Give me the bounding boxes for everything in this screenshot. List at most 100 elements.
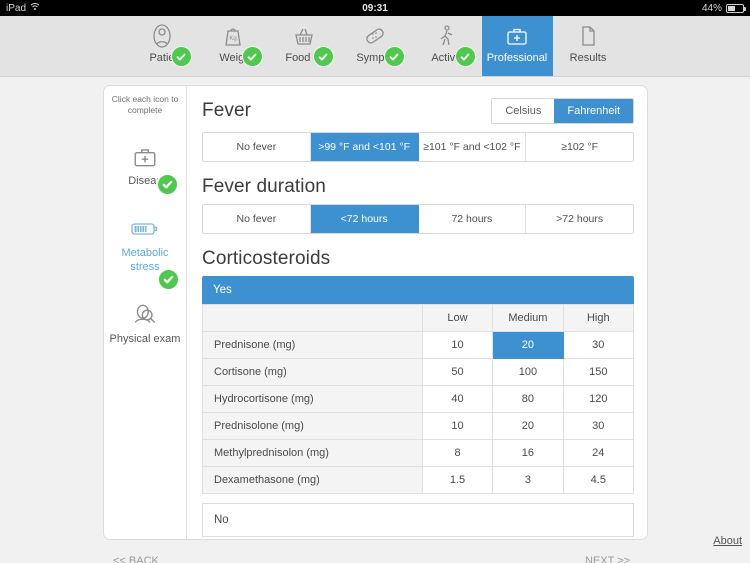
column-header-drug	[202, 304, 423, 332]
drug-name: Cortisone (mg)	[202, 358, 423, 386]
tab-label: Professional	[486, 52, 548, 64]
dose-cell-low[interactable]: 50	[421, 358, 494, 386]
dose-cell-medium[interactable]: 20	[492, 331, 564, 359]
tab-label: Results	[569, 52, 607, 64]
completed-check-icon	[454, 46, 476, 67]
dose-cell-low[interactable]: 10	[421, 412, 494, 440]
corticosteroids-yes-option[interactable]: Yes	[202, 276, 634, 304]
unit-option-fahrenheit[interactable]: Fahrenheit	[554, 99, 633, 123]
dose-cell-low[interactable]: 10	[421, 331, 494, 359]
dose-cell-high[interactable]: 30	[562, 412, 635, 440]
dose-cell-low[interactable]: 40	[421, 385, 494, 413]
document-icon	[576, 21, 600, 51]
fever-option-101-102[interactable]: ≥101 °F and <102 °F	[418, 133, 527, 161]
weight-kg-icon: Kg	[221, 21, 245, 51]
tab-patient[interactable]: Patie	[127, 16, 198, 76]
section-sidebar: Click each icon to complete Diseas Metab…	[104, 86, 187, 539]
fever-section-header: Fever Celsius Fahrenheit	[202, 98, 634, 124]
tab-food-intake[interactable]: Food In	[269, 16, 340, 76]
drug-name: Methylprednisolon (mg)	[202, 439, 423, 467]
temperature-unit-toggle: Celsius Fahrenheit	[491, 98, 634, 124]
dose-cell-high[interactable]: 24	[562, 439, 635, 467]
duration-option-no-fever[interactable]: No fever	[203, 205, 311, 233]
section-content: Fever Celsius Fahrenheit No fever >99 °F…	[187, 86, 647, 539]
table-row: Prednisone (mg) 10 20 30	[202, 331, 635, 359]
exam-person-icon	[106, 300, 184, 330]
page-body: Click each icon to complete Diseas Metab…	[0, 77, 750, 563]
tab-weight[interactable]: Kg Weigl	[198, 16, 269, 76]
sidebar-hint: Click each icon to complete	[111, 94, 179, 115]
dose-cell-medium[interactable]: 20	[492, 412, 564, 440]
table-row: Methylprednisolon (mg) 8 16 24	[202, 439, 635, 467]
completed-check-icon	[383, 46, 405, 67]
professional-card: Click each icon to complete Diseas Metab…	[103, 85, 648, 540]
dose-cell-high[interactable]: 150	[562, 358, 635, 386]
sidebar-item-label: Physical exam	[109, 333, 181, 345]
status-bar-right: 44%	[701, 2, 746, 14]
column-header-low: Low	[421, 304, 494, 332]
bandage-icon	[363, 21, 387, 51]
sidebar-item-disease[interactable]: Diseas	[104, 134, 186, 206]
unit-option-celsius[interactable]: Celsius	[492, 99, 555, 123]
food-basket-icon	[292, 21, 316, 51]
main-tab-bar: Patie Kg Weigl Food In Sympto Activit Pr…	[0, 16, 750, 77]
tab-symptoms[interactable]: Sympto	[340, 16, 411, 76]
fever-option-102-plus[interactable]: ≥102 °F	[526, 133, 633, 161]
medical-bag-icon	[505, 21, 529, 51]
drug-name: Prednisolone (mg)	[202, 412, 423, 440]
corticosteroids-title: Corticosteroids	[202, 248, 331, 269]
table-row: Cortisone (mg) 50 100 150	[202, 358, 635, 386]
fever-duration-title: Fever duration	[202, 176, 326, 197]
corticosteroids-dose-table: Low Medium High Prednisone (mg) 10 20 30…	[202, 304, 635, 494]
sidebar-item-physical-exam[interactable]: Physical exam	[104, 292, 186, 364]
ios-status-bar: iPad 09:31 44%	[0, 0, 750, 16]
drug-name: Dexamethasone (mg)	[202, 466, 423, 494]
completed-check-icon	[312, 46, 334, 67]
dose-cell-high[interactable]: 30	[562, 331, 635, 359]
corticosteroids-no-option[interactable]: No	[202, 503, 634, 537]
battery-icon	[726, 3, 746, 13]
completed-check-icon	[156, 173, 179, 196]
column-header-high: High	[562, 304, 635, 332]
completed-check-icon	[157, 268, 180, 291]
svg-text:Kg: Kg	[229, 36, 236, 42]
battery-percent-label: 44%	[701, 2, 722, 14]
table-header-row: Low Medium High	[202, 304, 635, 332]
completed-check-icon	[241, 46, 263, 67]
table-row: Dexamethasone (mg) 1.5 3 4.5	[202, 466, 635, 494]
duration-option-over-72[interactable]: >72 hours	[526, 205, 633, 233]
drug-name: Prednisone (mg)	[202, 331, 423, 359]
sidebar-item-metabolic-stress[interactable]: Metabolic stress	[104, 206, 186, 292]
dose-cell-medium[interactable]: 100	[492, 358, 564, 386]
duration-option-72[interactable]: 72 hours	[418, 205, 527, 233]
table-row: Hydrocortisone (mg) 40 80 120	[202, 385, 635, 413]
walking-icon	[434, 21, 458, 51]
dose-cell-high[interactable]: 4.5	[562, 466, 635, 494]
next-button[interactable]: NEXT >>	[585, 555, 630, 563]
fever-option-99-101[interactable]: >99 °F and <101 °F	[310, 133, 419, 161]
table-row: Prednisolone (mg) 10 20 30	[202, 412, 635, 440]
tab-professional[interactable]: Professional	[481, 16, 553, 76]
dose-cell-medium[interactable]: 80	[492, 385, 564, 413]
battery-icon	[106, 214, 184, 244]
fever-option-no-fever[interactable]: No fever	[203, 133, 311, 161]
back-button[interactable]: << BACK	[113, 555, 159, 563]
medical-bag-icon	[106, 142, 184, 172]
about-link[interactable]: About	[713, 535, 742, 547]
person-icon	[150, 21, 174, 51]
fever-duration-segmented-control: No fever <72 hours 72 hours >72 hours	[202, 204, 634, 234]
dose-cell-medium[interactable]: 16	[492, 439, 564, 467]
column-header-medium: Medium	[492, 304, 564, 332]
tab-results[interactable]: Results	[553, 16, 624, 76]
dose-cell-low[interactable]: 8	[421, 439, 494, 467]
fever-title: Fever	[202, 100, 252, 121]
fever-range-segmented-control: No fever >99 °F and <101 °F ≥101 °F and …	[202, 132, 634, 162]
status-bar-clock: 09:31	[362, 2, 388, 14]
dose-cell-low[interactable]: 1.5	[421, 466, 494, 494]
drug-name: Hydrocortisone (mg)	[202, 385, 423, 413]
completed-check-icon	[170, 46, 192, 67]
dose-cell-medium[interactable]: 3	[492, 466, 564, 494]
tab-activity[interactable]: Activit	[411, 16, 482, 76]
dose-cell-high[interactable]: 120	[562, 385, 635, 413]
duration-option-under-72[interactable]: <72 hours	[310, 205, 419, 233]
